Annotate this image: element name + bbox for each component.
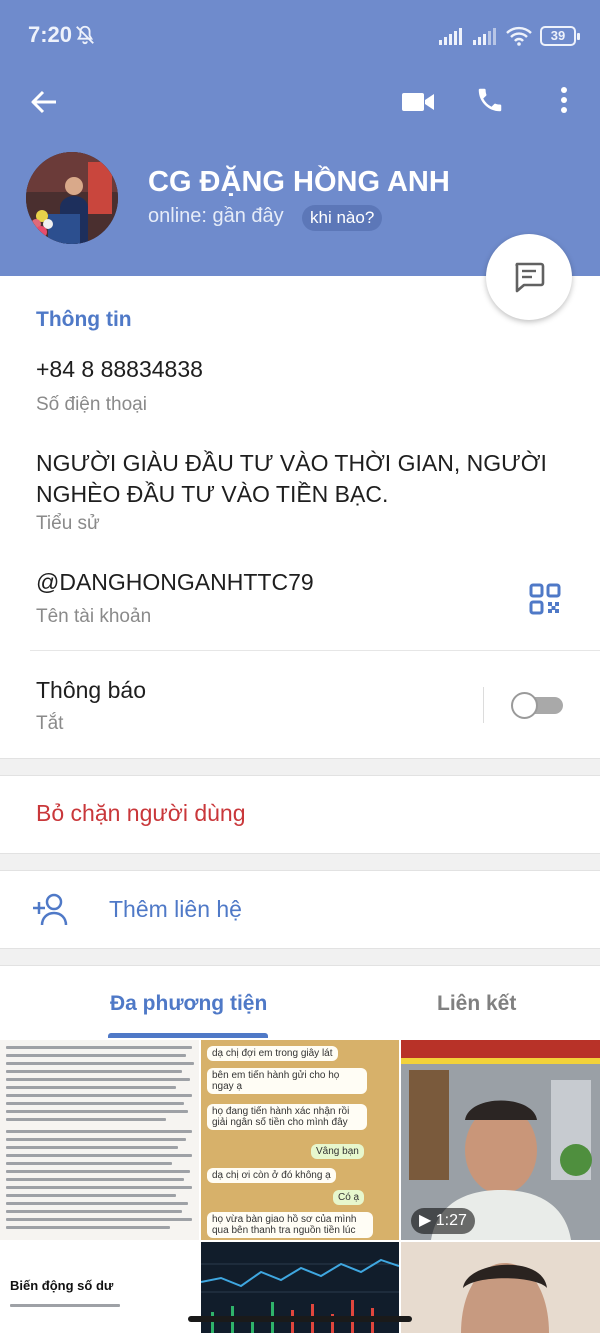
notifications-toggle[interactable] (511, 692, 564, 719)
media-thumbnail[interactable]: dạ chị đợi em trong giây lát bên em tiến… (201, 1040, 399, 1240)
unblock-user-button[interactable]: Bỏ chặn người dùng (36, 800, 246, 827)
chat-bubble: Vâng bạn (311, 1144, 364, 1159)
online-status: online: gần đây (148, 205, 284, 227)
balance-caption: Biến động số dư (10, 1278, 114, 1293)
back-arrow-icon (31, 90, 56, 114)
bio-label: Tiểu sử (36, 513, 100, 534)
battery-level: 39 (550, 28, 566, 43)
add-contact-button[interactable]: Thêm liên hệ (0, 872, 600, 948)
add-contact-label: Thêm liên hệ (109, 896, 242, 922)
signal-icon (473, 28, 496, 45)
vertical-divider (483, 687, 484, 723)
media-thumbnail[interactable] (401, 1242, 600, 1333)
voice-call-button[interactable] (468, 78, 512, 122)
section-gap (0, 758, 600, 776)
video-camera-icon (402, 93, 434, 111)
more-options-button[interactable] (544, 78, 584, 122)
media-tabs: Đa phương tiện Liên kết (0, 967, 600, 1039)
section-gap (0, 853, 600, 871)
username[interactable]: @DANGHONGANHTTC79 (36, 569, 314, 596)
chat-bubble: họ vừa bàn giao hồ sơ của mình qua bên t… (207, 1212, 373, 1238)
chat-bubble: Có ạ (333, 1190, 365, 1205)
info-section-title: Thông tin (36, 308, 132, 331)
phone-label: Số điện thoại (36, 394, 147, 415)
avatar-photo (26, 152, 118, 244)
wifi-icon (506, 26, 532, 46)
video-call-button[interactable] (396, 80, 440, 124)
video-thumbnail[interactable]: ▶ 1:27 (401, 1040, 600, 1240)
qr-code-icon (529, 583, 561, 615)
divider (30, 650, 600, 651)
status-bar: 7:20 39 (0, 0, 600, 72)
media-thumbnail[interactable] (0, 1040, 199, 1240)
avatar[interactable] (26, 152, 118, 244)
last-seen-chip[interactable]: khi nào? (302, 205, 383, 231)
home-indicator[interactable] (188, 1316, 412, 1322)
tab-links[interactable]: Liên kết (437, 992, 516, 1016)
phone-icon (478, 88, 502, 112)
back-button[interactable] (22, 80, 66, 124)
signal-icon (439, 28, 462, 45)
media-thumbnail[interactable]: Biến động số dư (0, 1242, 199, 1333)
bell-off-icon (76, 25, 94, 45)
chat-bubble: họ đang tiến hành xác nhận rồi giải ngân… (207, 1104, 367, 1130)
tab-media[interactable]: Đa phương tiện (110, 992, 267, 1016)
status-icons: 39 (438, 24, 580, 48)
qr-code-button[interactable] (528, 582, 562, 616)
video-duration: ▶ 1:27 (411, 1208, 475, 1234)
video-duration-text: 1:27 (435, 1212, 467, 1229)
add-person-icon (33, 893, 68, 926)
notifications-state: Tắt (36, 713, 64, 734)
chat-bubble: dạ chị ơi còn ở đó không ạ (207, 1168, 336, 1183)
profile-name: CG ĐẶNG HỒNG ANH (148, 166, 450, 198)
person-photo (401, 1242, 600, 1333)
message-button[interactable] (486, 234, 572, 320)
profile-header: 7:20 39 CG ĐẶNG HỒNG ANH online: gần đây… (0, 0, 600, 276)
more-vert-icon (561, 87, 567, 113)
tab-indicator (108, 1033, 268, 1038)
bio-text[interactable]: NGƯỜI GIÀU ĐẦU TƯ VÀO THỜI GIAN, NGƯỜI N… (36, 448, 556, 510)
username-label: Tên tài khoản (36, 606, 152, 627)
section-gap (0, 948, 600, 966)
chat-bubble: dạ chị đợi em trong giây lát (207, 1046, 338, 1061)
toggle-knob (511, 692, 538, 719)
status-time: 7:20 (28, 22, 73, 47)
phone-number[interactable]: +84 8 88834838 (36, 356, 203, 383)
notifications-label[interactable]: Thông báo (36, 677, 146, 704)
message-icon (515, 262, 545, 293)
battery-icon: 39 (540, 26, 580, 46)
chat-bubble: bên em tiến hành gửi cho họ ngay ạ (207, 1068, 367, 1094)
